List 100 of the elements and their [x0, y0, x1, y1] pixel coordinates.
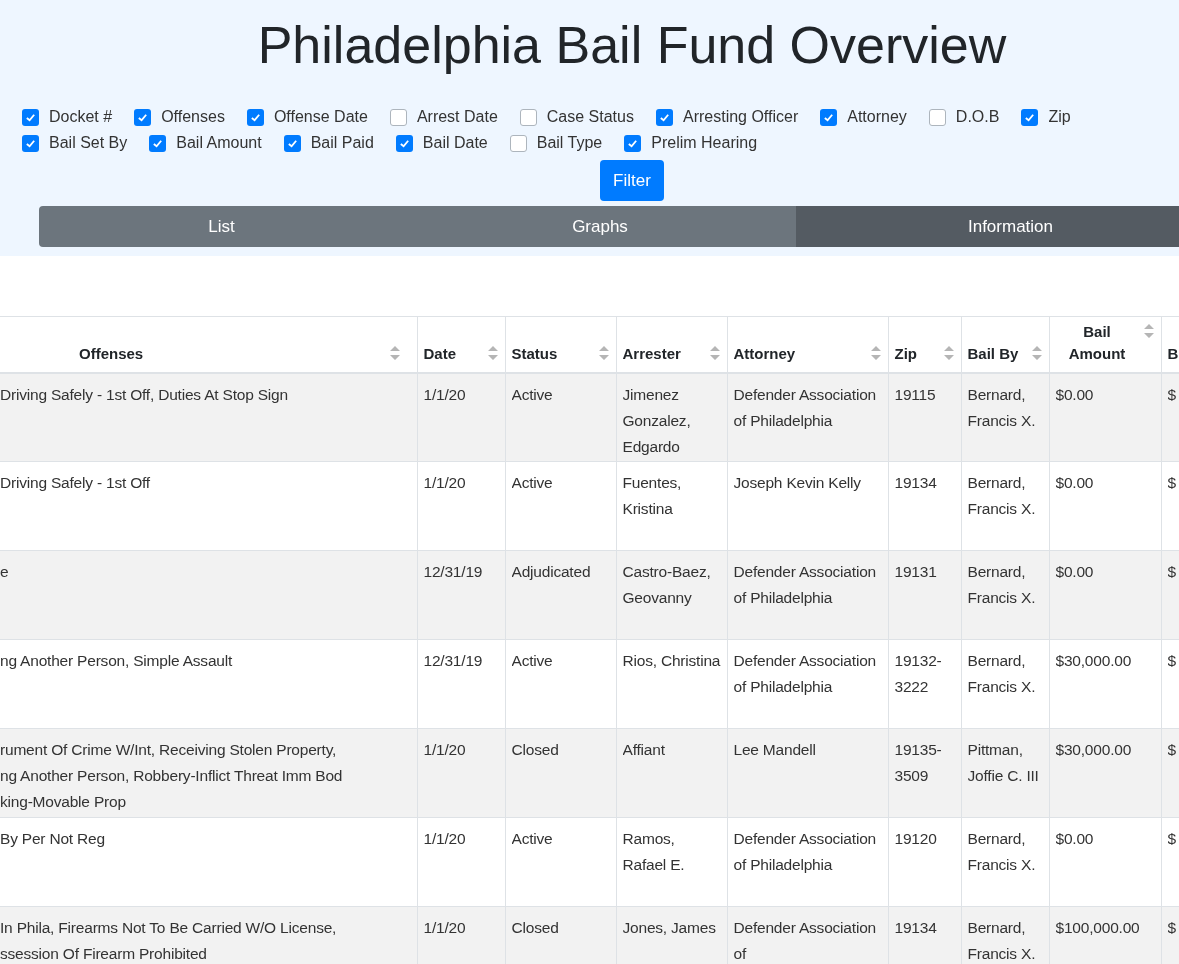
column-header[interactable]: Bail Amount [1055, 320, 1139, 365]
checkbox[interactable] [134, 108, 152, 126]
sort-icon[interactable] [942, 344, 955, 361]
sort-icon[interactable] [1030, 344, 1043, 361]
sort-icon[interactable] [388, 344, 401, 361]
table-cell-text: Bernard, Francis X. [967, 562, 1037, 608]
checkbox-label: Bail Paid [310, 133, 374, 153]
checkbox[interactable] [624, 134, 642, 152]
sort-icon[interactable] [486, 344, 499, 361]
table-cell-text: Closed [511, 918, 560, 938]
checkbox-label: Zip [1048, 107, 1071, 127]
table-cell-text: 12/31/19 [423, 562, 484, 582]
table-cell-text: 19134 [894, 918, 938, 938]
table-cell-text: Active [511, 384, 554, 405]
sort-icon[interactable] [708, 344, 721, 361]
column-header[interactable]: Attorney [733, 342, 796, 365]
table-cell-text: $0.00 [1055, 829, 1095, 849]
checkbox-label: Offenses [161, 107, 225, 127]
check-icon [823, 111, 835, 123]
table-cell-text: 1/1/20 [423, 384, 467, 405]
checkbox[interactable] [519, 108, 537, 126]
table-cell-text: Closed [511, 740, 560, 760]
table-cell-text: $ [1167, 651, 1177, 671]
column-header[interactable]: Date [423, 342, 456, 365]
table-cell-text: Jimenez Gonzalez, Edgardo [622, 384, 692, 457]
check-icon [627, 137, 639, 149]
table-cell-text: Driving Safely - 1st Off [0, 473, 151, 493]
checkbox[interactable] [22, 134, 39, 152]
table-cell-text: Bernard, Francis X. [967, 918, 1037, 964]
filter-button[interactable]: Filter [600, 160, 664, 201]
check-icon [249, 111, 261, 123]
table-cell-text: Bernard, Francis X. [967, 651, 1037, 697]
checkbox[interactable] [149, 134, 167, 152]
table-cell-text: Bernard, Francis X. [967, 473, 1037, 519]
table-cell-text: 19115 [894, 384, 937, 405]
table-cell-text: Active [511, 829, 554, 849]
column-header[interactable]: Zip [894, 342, 917, 365]
checkbox-label: Bail Date [422, 133, 488, 153]
column-header[interactable]: B [1167, 342, 1179, 365]
checkbox-label: Arresting Officer [682, 107, 799, 127]
tab[interactable]: Information [796, 206, 1179, 247]
table-cell-text: 19134 [894, 473, 938, 493]
table-cell-text: Fuentes, Kristina [622, 473, 683, 519]
tab[interactable]: Graphs [404, 206, 796, 247]
checkbox[interactable] [928, 108, 946, 126]
table-cell-text: Jones, James [622, 918, 717, 938]
checkbox[interactable] [389, 108, 407, 126]
checkbox[interactable] [246, 108, 264, 126]
check-icon [398, 137, 410, 149]
checkbox-label: Bail Type [536, 133, 603, 153]
checkbox[interactable] [1021, 108, 1039, 126]
table-cell-text: Defender Association of Philadelphia [733, 651, 877, 697]
table-cell-text: 19120 [894, 829, 938, 849]
table-cell-text: $0.00 [1055, 473, 1095, 493]
table-cell-text: $30,000.00 [1055, 740, 1133, 760]
checkbox-label: Bail Amount [176, 133, 262, 153]
check-icon [25, 137, 36, 149]
table-cell-text: Driving Safely - 1st Off, Duties At Stop Sign [0, 384, 289, 405]
tab[interactable]: List [39, 206, 404, 247]
checkbox[interactable] [283, 134, 301, 152]
checkbox-label: Offense Date [273, 107, 368, 127]
checkbox[interactable] [655, 108, 673, 126]
table-cell-text: e [0, 562, 10, 582]
table-cell-text: $30,000.00 [1055, 651, 1133, 671]
table-cell-text: 1/1/20 [423, 740, 467, 760]
table-cell-text: Rios, Christina [622, 651, 721, 671]
table-cell-text: In Phila, Firearms Not To Be Carried W/O License, ssession Of Firearm Prohibited [0, 918, 338, 964]
table-cell-text: $ [1167, 918, 1177, 938]
column-header[interactable]: Bail By [967, 342, 1019, 365]
checkbox-label: Bail Set By [49, 133, 128, 153]
table-cell-text: rument Of Crime W/Int, Receiving Stolen Property, ng Another Person, Robbery-Inflict Threat Imm Bod king-Movable Prop [0, 740, 344, 812]
check-icon [658, 111, 670, 123]
checkbox[interactable] [820, 108, 838, 126]
sort-icon[interactable] [869, 344, 882, 361]
checkbox[interactable] [22, 108, 39, 126]
checkbox-label: Docket # [49, 107, 113, 127]
table-cell-text: Defender Association of Philadelphia [733, 562, 877, 608]
checkbox[interactable] [395, 134, 413, 152]
page-title: Philadelphia Bail Fund Overview [256, 15, 1008, 76]
column-header[interactable]: Status [511, 342, 558, 365]
table-cell-text: ng Another Person, Simple Assault [0, 651, 234, 671]
table-cell-text: Adjudicated [511, 562, 592, 582]
table-cell-text: Ramos, Rafael E. [622, 829, 686, 875]
sort-icon[interactable] [597, 344, 610, 361]
checkbox-label: Arrest Date [416, 107, 498, 127]
table-cell-text: Joseph Kevin Kelly [733, 473, 862, 493]
check-icon [25, 111, 36, 123]
table-cell-text: $ [1167, 740, 1177, 760]
checkbox[interactable] [509, 134, 527, 152]
table-cell-text: 1/1/20 [423, 918, 467, 938]
table-cell-text: Active [511, 651, 554, 671]
column-header[interactable]: Offenses [79, 342, 144, 365]
sort-icon[interactable] [1142, 322, 1155, 339]
check-icon [137, 111, 149, 123]
table-cell-text: By Per Not Reg [0, 829, 106, 849]
table-cell-text: 19135-3509 [894, 740, 943, 786]
checkbox-label: Prelim Hearing [651, 133, 758, 153]
table-cell-text: 19131 [894, 562, 938, 582]
checkbox-label: Case Status [546, 107, 634, 127]
column-header[interactable]: Arrester [622, 342, 681, 365]
